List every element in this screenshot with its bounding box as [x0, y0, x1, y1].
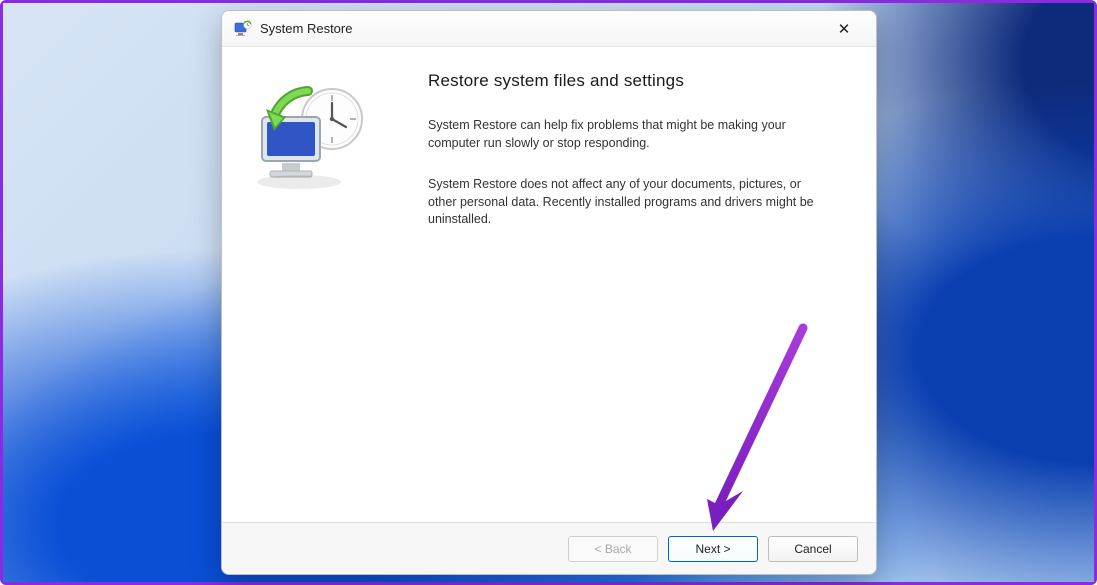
system-restore-icon — [234, 20, 252, 38]
titlebar: System Restore ✕ — [222, 11, 876, 47]
close-icon: ✕ — [838, 20, 851, 38]
restore-hero-icon — [244, 184, 374, 201]
page-heading: Restore system files and settings — [428, 71, 840, 91]
dialog-body: Restore system files and settings System… — [222, 47, 876, 522]
back-button: < Back — [568, 536, 658, 562]
cancel-button[interactable]: Cancel — [768, 536, 858, 562]
close-button[interactable]: ✕ — [822, 14, 866, 44]
next-button-label: Next > — [695, 542, 730, 556]
wizard-content: Restore system files and settings System… — [418, 47, 876, 522]
back-button-label: < Back — [594, 542, 631, 556]
cancel-button-label: Cancel — [794, 542, 831, 556]
description-2: System Restore does not affect any of yo… — [428, 176, 828, 229]
description-1: System Restore can help fix problems tha… — [428, 117, 828, 152]
dialog-footer: < Back Next > Cancel — [222, 522, 876, 574]
wizard-sidebar — [222, 47, 418, 522]
system-restore-dialog: System Restore ✕ — [221, 10, 877, 575]
window-title: System Restore — [260, 21, 822, 36]
next-button[interactable]: Next > — [668, 536, 758, 562]
